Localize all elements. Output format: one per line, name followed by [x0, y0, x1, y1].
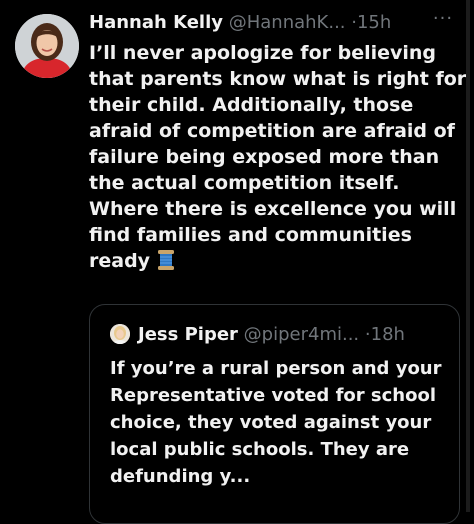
- author-handle[interactable]: @HannahK...: [229, 12, 346, 33]
- quoted-tweet-text: If you’re a rural person and your Repres…: [110, 358, 442, 487]
- tweet-text-content: I’ll never apologize for believing that …: [89, 42, 467, 272]
- avatar-image: [15, 14, 79, 78]
- spool-of-thread-emoji-icon: [156, 249, 176, 271]
- quoted-timestamp[interactable]: 18h: [371, 324, 405, 345]
- quoted-avatar[interactable]: [110, 324, 130, 344]
- tweet-text: I’ll never apologize for believing that …: [89, 40, 467, 274]
- tweet[interactable]: Hannah Kelly @HannahK... ·15h ··· I’ll n…: [0, 0, 474, 524]
- author-name[interactable]: Hannah Kelly: [89, 12, 223, 33]
- quoted-tweet-header: Jess Piper @piper4mi... ·18h: [110, 322, 450, 348]
- avatar[interactable]: [15, 14, 79, 78]
- tweet-header: Hannah Kelly @HannahK... ·15h: [89, 11, 464, 35]
- quoted-author-name[interactable]: Jess Piper: [138, 324, 238, 345]
- quoted-tweet[interactable]: Jess Piper @piper4mi... ·18h If you’re a…: [89, 304, 460, 524]
- timestamp[interactable]: 15h: [357, 12, 391, 33]
- scrollbar[interactable]: [466, 0, 470, 512]
- quoted-author-handle[interactable]: @piper4mi...: [244, 324, 359, 345]
- more-options-icon[interactable]: ···: [427, 10, 459, 34]
